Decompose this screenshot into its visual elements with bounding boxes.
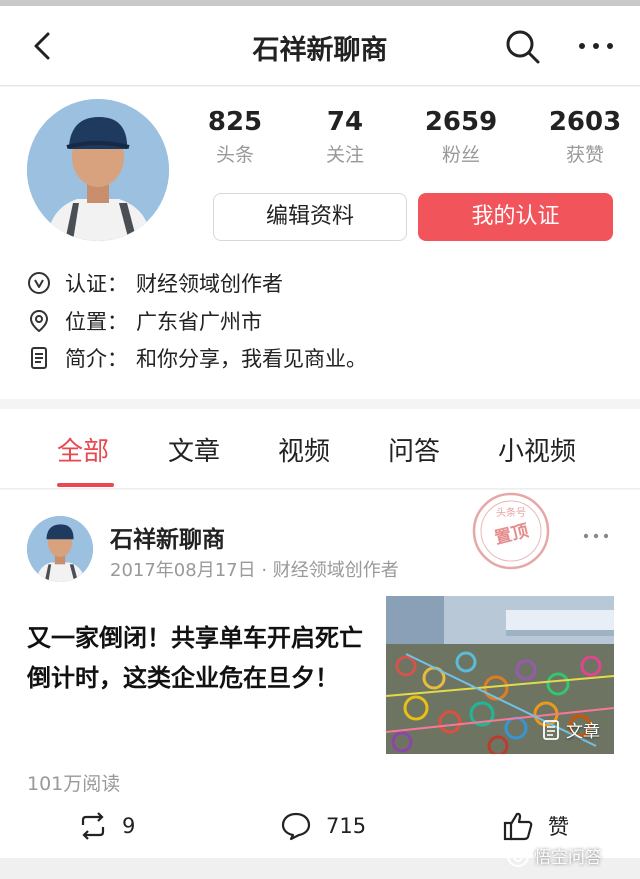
tab-all[interactable]: 全部 — [57, 431, 109, 468]
top-nav-bar: 石祥新聊商 — [0, 6, 640, 86]
avatar[interactable] — [27, 99, 169, 241]
my-verification-button[interactable]: 我的认证 — [418, 193, 613, 241]
post-author-avatar[interactable] — [27, 516, 93, 582]
tab-articles[interactable]: 文章 — [168, 431, 220, 468]
info-label: 认证： — [65, 272, 128, 296]
info-bio: 简介： 和你分享，我看见商业。 — [27, 343, 367, 373]
stat-likes[interactable]: 2603 获赞 — [530, 107, 640, 167]
search-button[interactable] — [500, 24, 544, 68]
pinned-stamp: 头条号 置顶 — [470, 490, 552, 572]
info-label: 简介： — [65, 347, 128, 371]
info-verification: 认证： 财经领域创作者 — [27, 268, 283, 298]
wukong-logo-icon — [507, 844, 529, 867]
tab-qa[interactable]: 问答 — [388, 431, 440, 468]
content-tabs: 全部 文章 视频 问答 小视频 — [0, 409, 640, 489]
watermark-text: 悟空问答 — [534, 848, 602, 868]
info-value: 财经领域创作者 — [136, 272, 283, 296]
info-location: 位置： 广东省广州市 — [27, 306, 262, 336]
comment-count: 715 — [326, 814, 367, 838]
info-value: 和你分享，我看见商业。 — [136, 347, 367, 371]
share-count: 9 — [122, 814, 136, 838]
post-thumbnail[interactable]: 文章 — [386, 596, 614, 754]
thumbs-up-icon — [503, 812, 533, 841]
avatar-photo — [27, 516, 93, 582]
article-badge-label: 文章 — [566, 722, 600, 742]
stat-label: 关注 — [325, 144, 364, 166]
stat-posts[interactable]: 825 头条 — [180, 107, 290, 167]
repost-icon — [81, 812, 105, 840]
stat-label: 获赞 — [565, 144, 604, 166]
post-more-button[interactable] — [578, 526, 618, 546]
document-icon — [31, 347, 47, 369]
post-card[interactable]: 石祥新聊商 2017年08月17日 · 财经领域创作者 头条号 置顶 又一家倒闭… — [0, 490, 640, 858]
post-read-count: 101万阅读 — [27, 773, 121, 795]
verified-icon — [28, 272, 50, 294]
stat-following[interactable]: 74 关注 — [290, 107, 400, 167]
post-headline[interactable]: 又一家倒闭！共享单车开启死亡倒计时，这类企业危在旦夕！ — [27, 618, 377, 698]
more-dots-icon — [579, 43, 613, 49]
post-meta: 2017年08月17日 · 财经领域创作者 — [110, 560, 399, 581]
stat-value: 2603 — [548, 107, 622, 137]
stat-value: 825 — [207, 107, 263, 137]
profile-section: 825 头条 74 关注 2659 粉丝 2603 获赞 编辑资料 我的认证 认… — [0, 87, 640, 399]
location-pin-icon — [29, 309, 49, 333]
article-badge: 文章 — [542, 717, 600, 742]
page-title: 石祥新聊商 — [252, 35, 388, 66]
info-label: 位置： — [65, 310, 128, 334]
watermark: 悟空问答 — [506, 843, 602, 868]
stat-value: 2659 — [424, 107, 498, 137]
more-button[interactable] — [572, 24, 622, 68]
like-button[interactable]: 赞 — [502, 808, 569, 844]
stat-followers[interactable]: 2659 粉丝 — [406, 107, 516, 167]
edit-profile-button[interactable]: 编辑资料 — [213, 193, 407, 241]
more-dots-icon — [583, 533, 609, 539]
avatar-photo — [27, 99, 169, 241]
search-icon — [506, 30, 540, 64]
document-icon — [543, 719, 559, 740]
stat-label: 头条 — [215, 144, 254, 166]
like-label: 赞 — [548, 815, 569, 839]
active-tab-indicator — [57, 483, 114, 487]
comment-button[interactable]: 715 — [280, 808, 366, 844]
post-author-name[interactable]: 石祥新聊商 — [110, 520, 225, 554]
stat-value: 74 — [326, 107, 364, 137]
comment-bubble-icon — [281, 812, 311, 841]
tab-videos[interactable]: 视频 — [278, 431, 330, 468]
profile-stats: 825 头条 74 关注 2659 粉丝 2603 获赞 — [180, 107, 640, 177]
stat-label: 粉丝 — [441, 144, 480, 166]
share-button[interactable]: 9 — [78, 808, 135, 844]
tab-short-videos[interactable]: 小视频 — [498, 431, 576, 468]
info-value: 广东省广州市 — [136, 310, 262, 334]
